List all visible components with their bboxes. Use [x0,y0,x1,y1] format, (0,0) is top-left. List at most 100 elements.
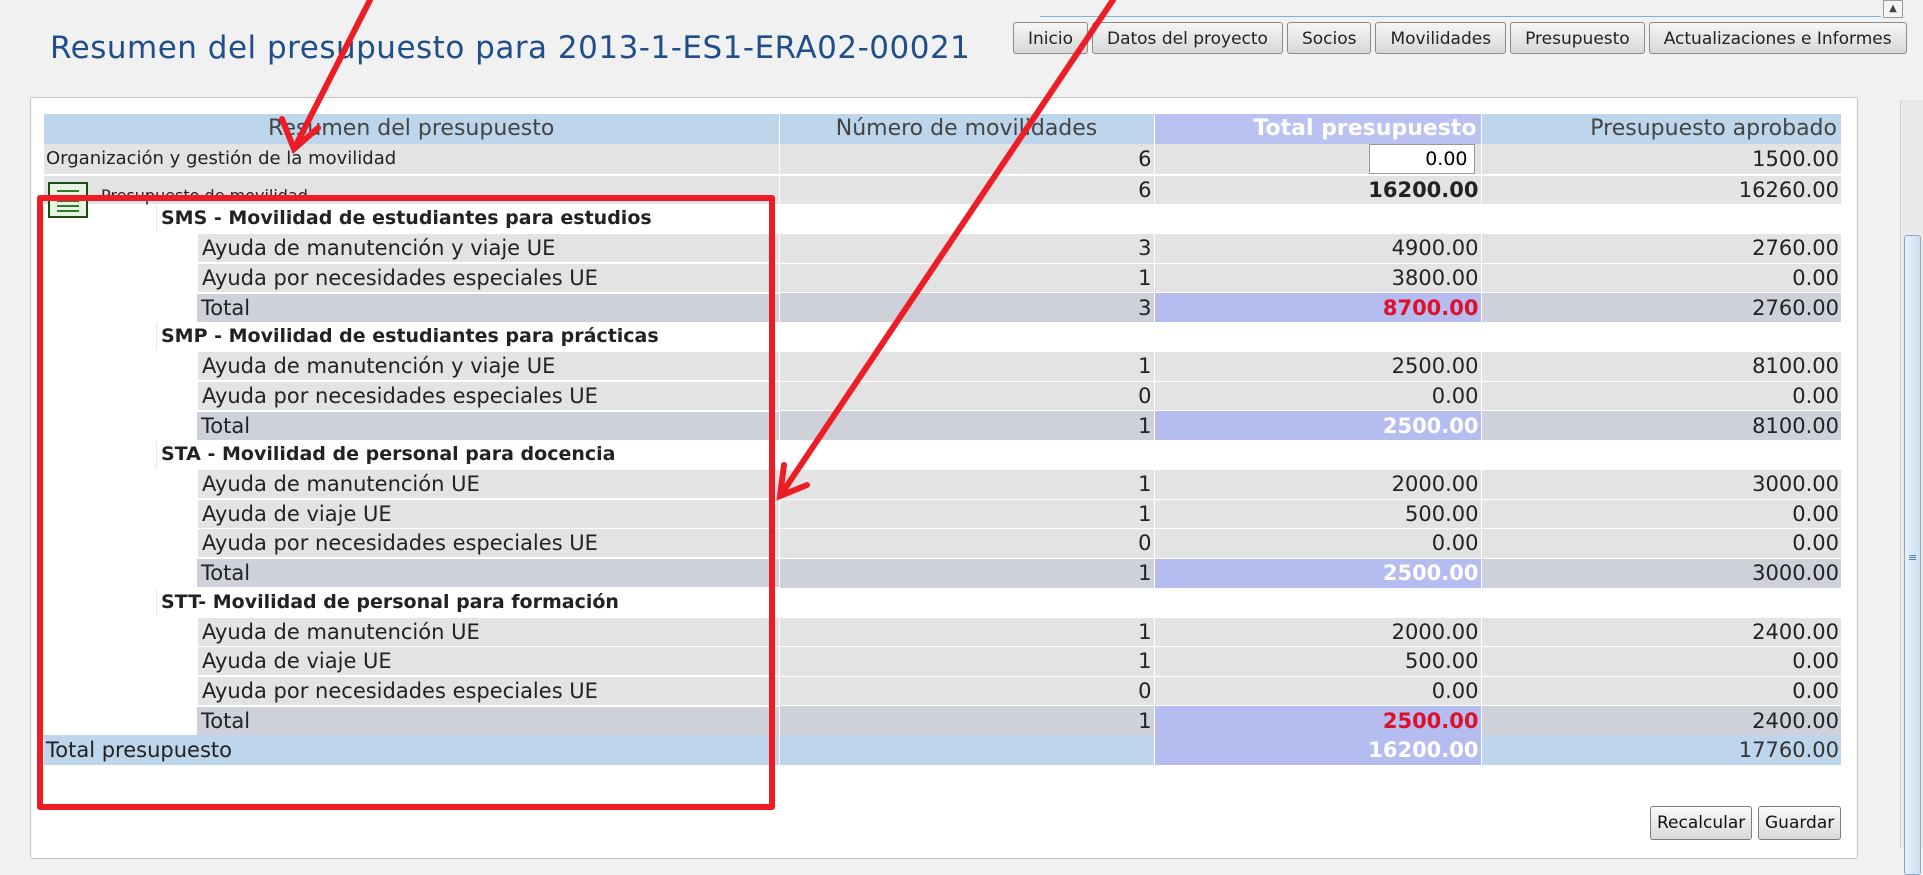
table-row: Ayuda de viaje UE 1 500.00 0.00 [44,646,1841,676]
vertical-scrollbar[interactable]: ≡ [1900,100,1923,875]
item-label: Ayuda de viaje UE [197,499,779,528]
item-label: Ayuda por necesidades especiales UE [197,381,779,410]
total-mobilities: 3 [778,292,1154,322]
section-total-row: Total 3 8700.00 2760.00 [44,292,1841,322]
table-row: Ayuda de manutención y viaje UE 3 4900.00 2… [44,233,1841,263]
item-approved: 2400.00 [1480,616,1841,647]
organization-approved: 1500.00 [1480,143,1841,176]
tab-presupuesto[interactable]: Presupuesto [1510,22,1645,54]
item-mobilities: 1 [778,262,1154,293]
section-title: SMP - Movilidad de estudiantes para prác… [156,323,779,350]
item-total: 0.00 [1153,380,1481,411]
item-approved: 8100.00 [1480,351,1841,381]
item-label: Ayuda de manutención UE [197,617,779,646]
total-label: Total [197,706,779,735]
grand-total-row: Total presupuesto 16200.00 17760.00 [44,735,1841,765]
scrollbar-thumb[interactable]: ≡ [1904,235,1921,875]
tab-actualizaciones-informes[interactable]: Actualizaciones e Informes [1648,22,1907,54]
page-title: Resumen del presupuesto para 2013-1-ES1-… [50,30,971,66]
organization-label: Organización y gestión de la movilidad [44,143,779,176]
save-button[interactable]: Guardar [1758,806,1842,840]
total-budget-value: 2500.00 [1153,705,1481,735]
grand-total-budget: 16200.00 [1153,735,1481,765]
section-row: STA - Movilidad de personal para docenci… [44,440,1841,470]
total-mobilities: 1 [778,557,1154,588]
header-summary: Resumen del presupuesto [44,114,779,144]
item-mobilities: 1 [778,469,1154,499]
total-approved: 2400.00 [1480,705,1841,735]
table-row: Ayuda de manutención y viaje UE 1 2500.00 8… [44,351,1841,381]
section-total-row: Total 1 2500.00 3000.00 [44,557,1841,588]
total-budget-value: 2500.00 [1153,557,1481,588]
budget-table: Resumen del presupuesto Número de movili… [44,114,1841,765]
tab-inicio[interactable]: Inicio [1013,22,1088,54]
item-total: 4900.00 [1153,233,1481,263]
item-label: Ayuda de manutención y viaje UE [197,352,779,381]
scroll-up-icon[interactable]: ▲ [1883,0,1903,18]
header-mobilities: Número de movilidades [778,114,1154,144]
item-label: Ayuda de manutención UE [197,470,779,499]
recalculate-button[interactable]: Recalcular [1650,806,1753,840]
section-total-row: Total 1 2500.00 2400.00 [44,705,1841,735]
item-approved: 0.00 [1480,380,1841,411]
total-mobilities: 1 [778,410,1154,440]
table-header-row: Resumen del presupuesto Número de movili… [44,114,1841,144]
mobility-budget-row: Presupuesto de movilidad 6 16200.00 1626… [44,174,1841,218]
mobility-budget-approved: 16260.00 [1480,174,1841,204]
item-mobilities: 1 [778,616,1154,647]
total-mobilities: 1 [778,705,1154,735]
mobility-budget-total: 16200.00 [1153,174,1481,204]
item-mobilities: 0 [778,380,1154,411]
item-mobilities: 1 [778,646,1154,676]
organization-mobilities: 6 [778,143,1154,176]
item-approved: 2760.00 [1480,233,1841,263]
total-budget-value: 8700.00 [1153,292,1481,322]
mobility-budget-label: Presupuesto de movilidad [101,185,308,205]
section-row: SMP - Movilidad de estudiantes para prác… [44,322,1841,352]
section-title: SMS - Movilidad de estudiantes para estu… [156,205,779,232]
table-row: Ayuda de viaje UE 1 500.00 0.00 [44,498,1841,529]
section-total-row: Total 1 2500.00 8100.00 [44,410,1841,440]
table-row: Ayuda de manutención UE 1 2000.00 3000.00 [44,469,1841,499]
section-row: STT- Movilidad de personal para formació… [44,587,1841,617]
item-mobilities: 1 [778,351,1154,381]
table-row: Ayuda por necesidades especiales UE 0 0.00… [44,675,1841,706]
item-total: 500.00 [1153,498,1481,529]
grip-icon: ≡ [1908,551,1918,564]
item-mobilities: 3 [778,233,1154,263]
item-approved: 0.00 [1480,675,1841,706]
grand-total-label: Total presupuesto [44,735,779,765]
table-row: Ayuda por necesidades especiales UE 1 3800… [44,262,1841,293]
item-total: 3800.00 [1153,262,1481,293]
item-total: 2000.00 [1153,469,1481,499]
list-toggle-icon[interactable] [48,181,88,218]
tab-movilidades[interactable]: Movilidades [1375,22,1507,54]
item-label: Ayuda de viaje UE [197,647,779,676]
total-budget-value: 2500.00 [1153,410,1481,440]
header-total-budget: Total presupuesto [1153,114,1481,144]
section-row: SMS - Movilidad de estudiantes para estu… [44,204,1841,234]
table-row: Ayuda por necesidades especiales UE 0 0.00… [44,528,1841,558]
total-label: Total [197,293,779,322]
item-total: 2000.00 [1153,616,1481,647]
tab-socios[interactable]: Socios [1286,22,1372,54]
item-total: 0.00 [1153,528,1481,558]
item-label: Ayuda de manutención y viaje UE [197,234,779,263]
organization-total-input[interactable] [1368,143,1475,174]
item-approved: 0.00 [1480,646,1841,676]
item-total: 2500.00 [1153,351,1481,381]
item-approved: 0.00 [1480,498,1841,529]
item-total: 500.00 [1153,646,1481,676]
section-title: STA - Movilidad de personal para docenci… [156,441,779,468]
total-approved: 2760.00 [1480,292,1841,322]
total-label: Total [197,559,779,587]
total-approved: 3000.00 [1480,557,1841,588]
total-approved: 8100.00 [1480,410,1841,440]
item-mobilities: 1 [778,498,1154,529]
section-title: STT- Movilidad de personal para formació… [156,588,779,616]
item-mobilities: 0 [778,675,1154,706]
table-row: Ayuda por necesidades especiales UE 0 0.00… [44,380,1841,411]
tab-datos-proyecto[interactable]: Datos del proyecto [1091,22,1283,54]
item-approved: 0.00 [1480,262,1841,293]
item-label: Ayuda por necesidades especiales UE [197,676,779,705]
